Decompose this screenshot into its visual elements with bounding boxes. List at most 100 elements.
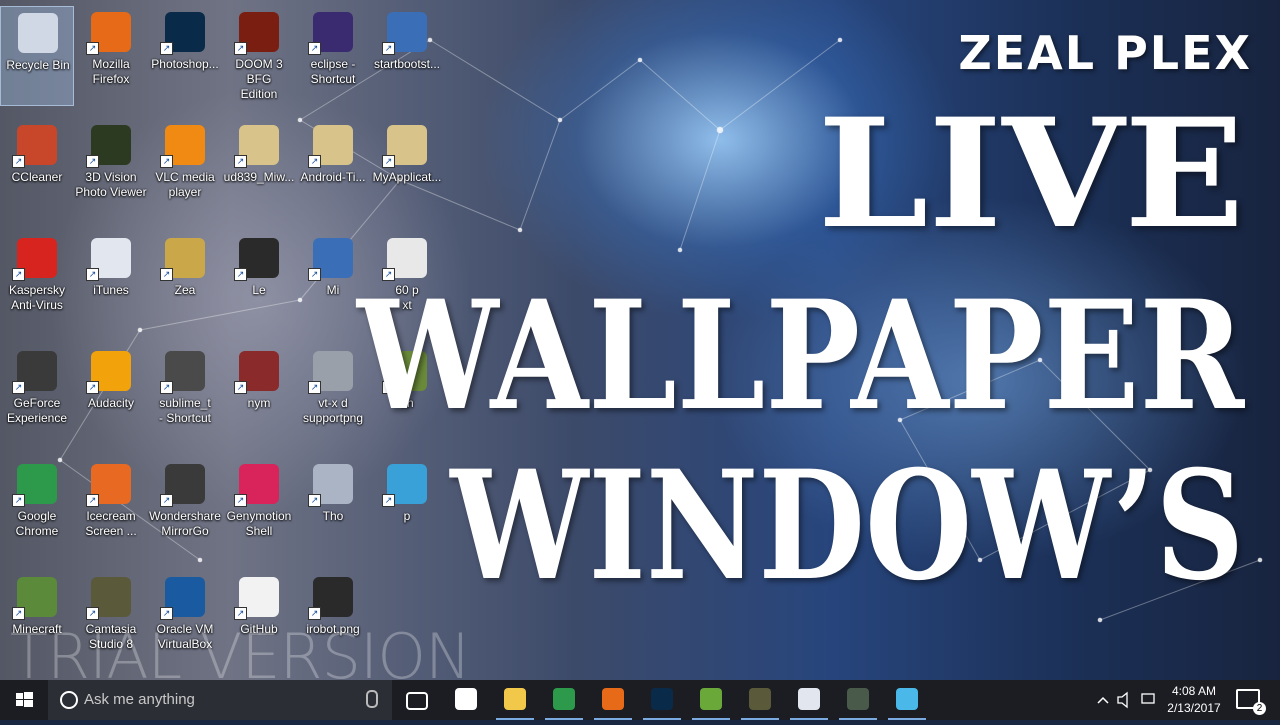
action-center-icon[interactable]: 2 <box>1236 689 1266 715</box>
trial-watermark: TRIAL VERSION <box>10 620 471 680</box>
shortcut-arrow-icon: ↗ <box>12 607 25 620</box>
shortcut-arrow-icon: ↗ <box>382 155 395 168</box>
headline-line-1: LIVE <box>817 86 1244 262</box>
desktop-icon[interactable]: ↗ Mozilla Firefox <box>74 6 148 106</box>
shortcut-arrow-icon: ↗ <box>382 494 395 507</box>
shortcut-arrow-icon: ↗ <box>86 494 99 507</box>
shortcut-arrow-icon: ↗ <box>234 607 247 620</box>
desktop-icon-label: GeForce Experience <box>6 396 68 425</box>
camtasia-recorder-icon <box>847 688 869 710</box>
shortcut-arrow-icon: ↗ <box>234 42 247 55</box>
desktop-icon-label: VLC media player <box>155 170 215 199</box>
system-clock[interactable]: 4:08 AM 2/13/2017 <box>1162 683 1226 717</box>
desktop-icon[interactable]: ↗ Wondershare MirrorGo <box>148 458 222 558</box>
desktop-icon-label: 3D Vision Photo Viewer <box>75 170 147 199</box>
desktop-icon[interactable]: ↗ p <box>370 458 444 558</box>
shortcut-arrow-icon: ↗ <box>12 381 25 394</box>
shortcut-arrow-icon: ↗ <box>160 268 173 281</box>
desktop-icon-label: CCleaner <box>11 170 63 184</box>
firefox-taskbar-button[interactable] <box>590 680 636 720</box>
virtualbox-taskbar-button[interactable] <box>884 680 930 720</box>
desktop-icon-label: Mozilla Firefox <box>92 57 130 86</box>
desktop-icon[interactable]: ↗ Photoshop... <box>148 6 222 106</box>
file-explorer-taskbar-button[interactable] <box>492 680 538 720</box>
photoshop-taskbar-button[interactable] <box>639 680 685 720</box>
desktop-icon[interactable]: ↗ startbootst... <box>370 6 444 106</box>
shortcut-arrow-icon: ↗ <box>308 494 321 507</box>
desktop-icon[interactable]: ↗ Tho <box>296 458 370 558</box>
desktop-icon-label: Android-Ti... <box>300 170 366 184</box>
shortcut-arrow-icon: ↗ <box>234 268 247 281</box>
desktop-icon-label: nym <box>247 396 271 410</box>
camtasia-icon <box>749 688 771 710</box>
desktop-icon[interactable]: ↗ Kaspersky Anti-Virus <box>0 232 74 332</box>
desktop-icon[interactable]: Recycle Bin <box>0 6 74 106</box>
desktop-icon[interactable]: ↗ Zea <box>148 232 222 332</box>
itunes-icon <box>798 688 820 710</box>
camtasia-taskbar-button[interactable] <box>737 680 783 720</box>
start-button[interactable] <box>0 680 48 720</box>
desktop-icon[interactable]: ↗ Genymotion Shell <box>222 458 296 558</box>
desktop-icon[interactable]: ↗ DOOM 3 BFG Edition <box>222 6 296 106</box>
headline-line-3: WINDOW’S <box>450 438 1244 614</box>
shortcut-arrow-icon: ↗ <box>86 268 99 281</box>
desktop-icon-label: iTunes <box>93 283 129 297</box>
desktop-icon[interactable]: ↗ iTunes <box>74 232 148 332</box>
desktop-icon[interactable]: ↗ Le <box>222 232 296 332</box>
taskbar: Ask me anything 4:08 AM 2/13/2017 2 <box>0 680 1280 720</box>
shortcut-arrow-icon: ↗ <box>382 42 395 55</box>
desktop-icon[interactable]: ↗ 3D Vision Photo Viewer <box>74 119 148 219</box>
shortcut-arrow-icon: ↗ <box>234 381 247 394</box>
chrome-icon <box>553 688 575 710</box>
shortcut-arrow-icon: ↗ <box>308 607 321 620</box>
desktop-icon[interactable]: ↗ CCleaner <box>0 119 74 219</box>
chevron-up-icon <box>1097 696 1109 704</box>
desktop-icon[interactable]: ↗ MyApplicat... <box>370 119 444 219</box>
store-taskbar-button[interactable] <box>443 680 489 720</box>
desktop-icon[interactable]: ↗ GeForce Experience <box>0 345 74 445</box>
volume-icon <box>1117 691 1128 709</box>
desktop-icon[interactable]: ↗ Icecream Screen ... <box>74 458 148 558</box>
shortcut-arrow-icon: ↗ <box>160 381 173 394</box>
clock-time: 4:08 AM <box>1171 684 1217 698</box>
desktop-icon-label: ud839_Miw... <box>223 170 295 184</box>
desktop-icon-label: startbootst... <box>373 57 441 71</box>
desktop-icon[interactable]: ↗ Google Chrome <box>0 458 74 558</box>
notification-count: 2 <box>1253 702 1266 715</box>
shortcut-arrow-icon: ↗ <box>160 42 173 55</box>
desktop-icon[interactable]: ↗ Android-Ti... <box>296 119 370 219</box>
shortcut-arrow-icon: ↗ <box>86 42 99 55</box>
cortana-icon <box>60 691 78 709</box>
desktop-icon[interactable]: ↗ sublime_t - Shortcut <box>148 345 222 445</box>
headline-line-2: WALLPAPER <box>356 268 1244 444</box>
camtasia-recorder-taskbar-button[interactable] <box>835 680 881 720</box>
itunes-taskbar-button[interactable] <box>786 680 832 720</box>
android-studio-taskbar-button[interactable] <box>688 680 734 720</box>
desktop-icon[interactable]: ↗ nym <box>222 345 296 445</box>
desktop-icon[interactable]: ↗ VLC media player <box>148 119 222 219</box>
desktop-icon-label: Tho <box>322 509 344 523</box>
microphone-icon[interactable] <box>366 690 378 708</box>
desktop-icon-label: DOOM 3 BFG Edition <box>235 57 283 101</box>
desktop-icon[interactable]: ↗ Audacity <box>74 345 148 445</box>
desktop-icon-label: Recycle Bin <box>6 58 70 72</box>
desktop-icon[interactable]: ↗ ud839_Miw... <box>222 119 296 219</box>
firefox-icon <box>602 688 624 710</box>
shortcut-arrow-icon: ↗ <box>12 268 25 281</box>
search-box[interactable]: Ask me anything <box>48 680 392 720</box>
shortcut-arrow-icon: ↗ <box>160 494 173 507</box>
desktop-icon[interactable]: ↗ eclipse - Shortcut <box>296 6 370 106</box>
task-view-taskbar-button[interactable] <box>394 680 440 720</box>
shortcut-arrow-icon: ↗ <box>12 155 25 168</box>
desktop-wallpaper: Recycle Bin ↗ Mozilla Firefox ↗ Photoshop...… <box>0 0 1280 680</box>
windows-logo-icon <box>16 692 33 707</box>
shortcut-arrow-icon: ↗ <box>308 381 321 394</box>
shortcut-arrow-icon: ↗ <box>86 155 99 168</box>
file-explorer-icon <box>504 688 526 710</box>
chrome-taskbar-button[interactable] <box>541 680 587 720</box>
shortcut-arrow-icon: ↗ <box>160 607 173 620</box>
shortcut-arrow-icon: ↗ <box>160 155 173 168</box>
desktop-icon-label: Photoshop... <box>151 57 219 71</box>
network-icon <box>1141 693 1155 704</box>
search-placeholder: Ask me anything <box>84 691 195 708</box>
